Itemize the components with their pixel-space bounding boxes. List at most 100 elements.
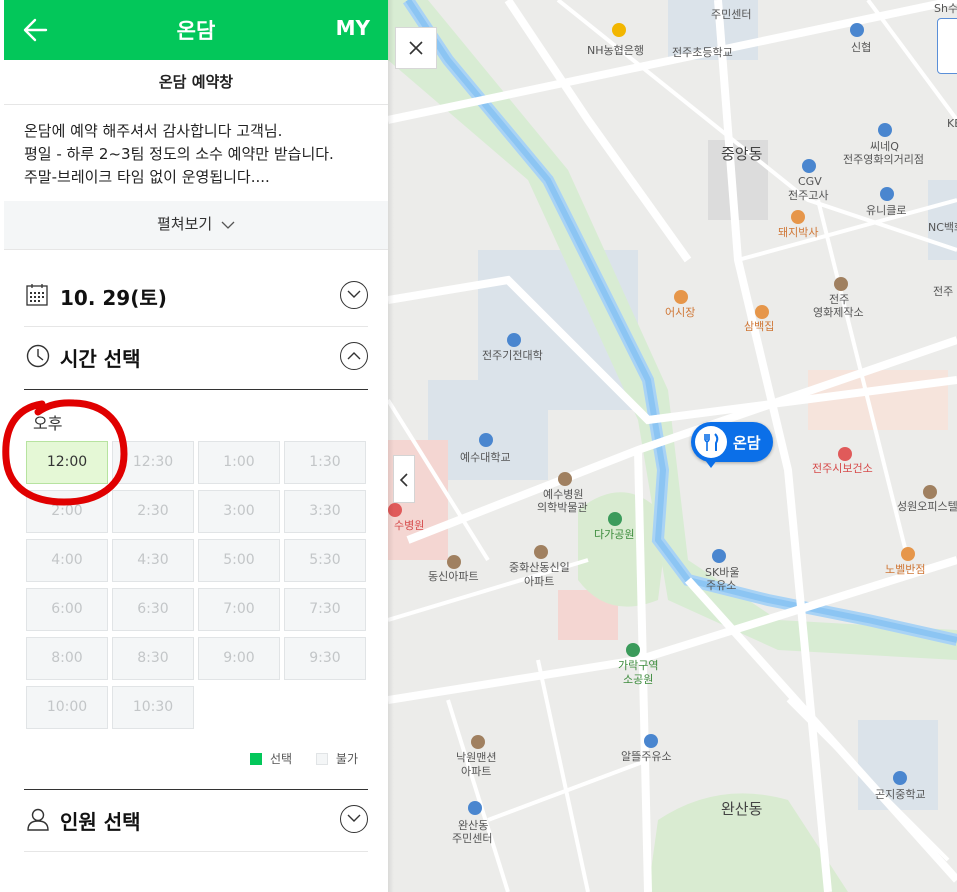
park-icon (626, 643, 640, 657)
map-label: 알뜰주유소 (621, 750, 672, 763)
building-icon (923, 485, 937, 499)
map-label: 의학박물관 (537, 501, 588, 514)
map-label: 전주 (829, 293, 850, 306)
expand-button[interactable]: 펼쳐보기 (4, 201, 388, 250)
map-close-button[interactable] (395, 27, 437, 69)
notice-line: 온담에 예약 해주셔서 감사합니다 고객님. (24, 122, 283, 140)
time-slot-unavailable: 5:30 (284, 539, 366, 582)
chevron-down-icon (347, 814, 361, 822)
map-view[interactable]: 주민센터 NH농협은행 전주초등학교 신협 중앙동 씨네Q 전주영화의거리점 C… (388, 0, 957, 892)
map-label: 중화산동신일 (509, 561, 570, 574)
chevron-up-icon (347, 352, 361, 360)
building-icon (834, 277, 848, 291)
legend-unavailable-swatch (315, 752, 328, 765)
restaurant-icon (791, 210, 805, 224)
map-label: KE (947, 117, 957, 130)
chevron-down-icon (221, 221, 235, 229)
map-label: 주민센터 (711, 8, 752, 21)
selected-date: 10. 29(토) (60, 286, 167, 310)
time-slot-unavailable: 8:30 (112, 637, 194, 680)
time-toggle-button[interactable] (340, 342, 368, 370)
cgv-icon (802, 159, 816, 173)
map-label: 주유소 (706, 579, 737, 592)
map-label: 전주고사 (788, 189, 829, 202)
map-label: 성원오피스텔 (897, 500, 957, 513)
panel-collapse-button[interactable] (393, 455, 415, 503)
apartment-icon (534, 545, 548, 559)
red-annotation-circle (2, 399, 128, 506)
map-label: 어시장 (665, 306, 696, 319)
time-slot-unavailable: 3:00 (198, 490, 280, 533)
time-slot-unavailable: 4:00 (26, 539, 108, 582)
apartment-icon (471, 735, 485, 749)
place-marker[interactable]: 온담 (691, 422, 773, 468)
slot-legend: 선택 불가 (250, 750, 378, 767)
map-label: 전주초등학교 (672, 46, 733, 59)
map-label: 동신아파트 (428, 570, 479, 583)
time-slot-unavailable: 8:00 (26, 637, 108, 680)
clock-icon (26, 344, 50, 368)
map-label: 전주기전대학 (482, 349, 543, 362)
map-label: 가락구역 (618, 659, 659, 672)
date-section[interactable]: 10. 29(토) (24, 266, 368, 326)
people-section-title: 인원 선택 (60, 810, 141, 834)
date-toggle-button[interactable] (340, 281, 368, 309)
store-icon (880, 187, 894, 201)
bank-icon (612, 23, 626, 37)
apartment-icon (447, 555, 461, 569)
page-title: 온담 예약창 (4, 60, 388, 105)
time-slot-unavailable: 6:00 (26, 588, 108, 631)
restaurant-icon (755, 305, 769, 319)
person-icon (27, 808, 49, 831)
legend-selected-label: 선택 (270, 752, 293, 766)
time-slot-unavailable: 5:00 (198, 539, 280, 582)
restaurant-icon (695, 426, 727, 458)
restaurant-icon (674, 290, 688, 304)
map-label: 중앙동 (721, 145, 763, 163)
map-label: 다가공원 (594, 528, 635, 541)
map-label: 돼지박사 (778, 226, 819, 239)
my-button[interactable]: MY (336, 16, 370, 40)
people-toggle-button[interactable] (340, 805, 368, 833)
header-title: 온담 (176, 19, 216, 43)
map-label: SK바울 (705, 566, 740, 579)
notice-line: 주말-브레이크 타임 없이 운영됩니다.... (24, 168, 270, 186)
map-layer-button[interactable] (937, 18, 957, 74)
map-label: Sh수 (934, 2, 957, 15)
map-label: 아파트 (524, 575, 555, 588)
map-label: 씨네Q (870, 140, 899, 153)
time-slot-unavailable: 3:30 (284, 490, 366, 533)
map-label: 전주시보건소 (812, 462, 873, 475)
notice-text: 온담에 예약 해주셔서 감사합니다 고객님. 평일 - 하루 2~3팀 정도의 … (24, 120, 379, 189)
restaurant-icon (901, 547, 915, 561)
time-slot-unavailable: 9:30 (284, 637, 366, 680)
time-slot-unavailable: 6:30 (112, 588, 194, 631)
notice-line: 평일 - 하루 2~3팀 정도의 소수 예약만 받습니다. (24, 145, 334, 163)
time-slot-unavailable: 7:30 (284, 588, 366, 631)
map-label: 곤지중학교 (875, 788, 926, 801)
map-label: 전주 (933, 285, 954, 298)
map-label: NC백화 (928, 221, 957, 234)
map-label: 낙원맨션 (456, 751, 497, 764)
hospital-icon (838, 447, 852, 461)
map-label: 완산동 (458, 819, 489, 832)
marker-tip (705, 460, 717, 468)
map-label: 수병원 (394, 519, 425, 532)
time-slot-unavailable: 4:30 (112, 539, 194, 582)
map-label: 주민센터 (452, 832, 493, 845)
expand-label: 펼쳐보기 (157, 215, 213, 233)
cinema-icon (878, 123, 892, 137)
map-label: 삼백집 (744, 320, 775, 333)
museum-icon (558, 472, 572, 486)
divider (24, 389, 368, 390)
header-bar: 온담 MY (4, 0, 388, 60)
map-label: 예수병원 (543, 488, 584, 501)
time-slot-unavailable: 7:00 (198, 588, 280, 631)
time-section[interactable]: 시간 선택 (24, 327, 368, 387)
time-slot-unavailable: 1:30 (284, 441, 366, 484)
map-label: 전주영화의거리점 (843, 153, 924, 166)
map-label: 소공원 (623, 673, 654, 686)
people-section[interactable]: 인원 선택 (24, 790, 368, 850)
legend-unavailable-label: 불가 (335, 752, 359, 766)
map-label: 아파트 (461, 765, 492, 778)
